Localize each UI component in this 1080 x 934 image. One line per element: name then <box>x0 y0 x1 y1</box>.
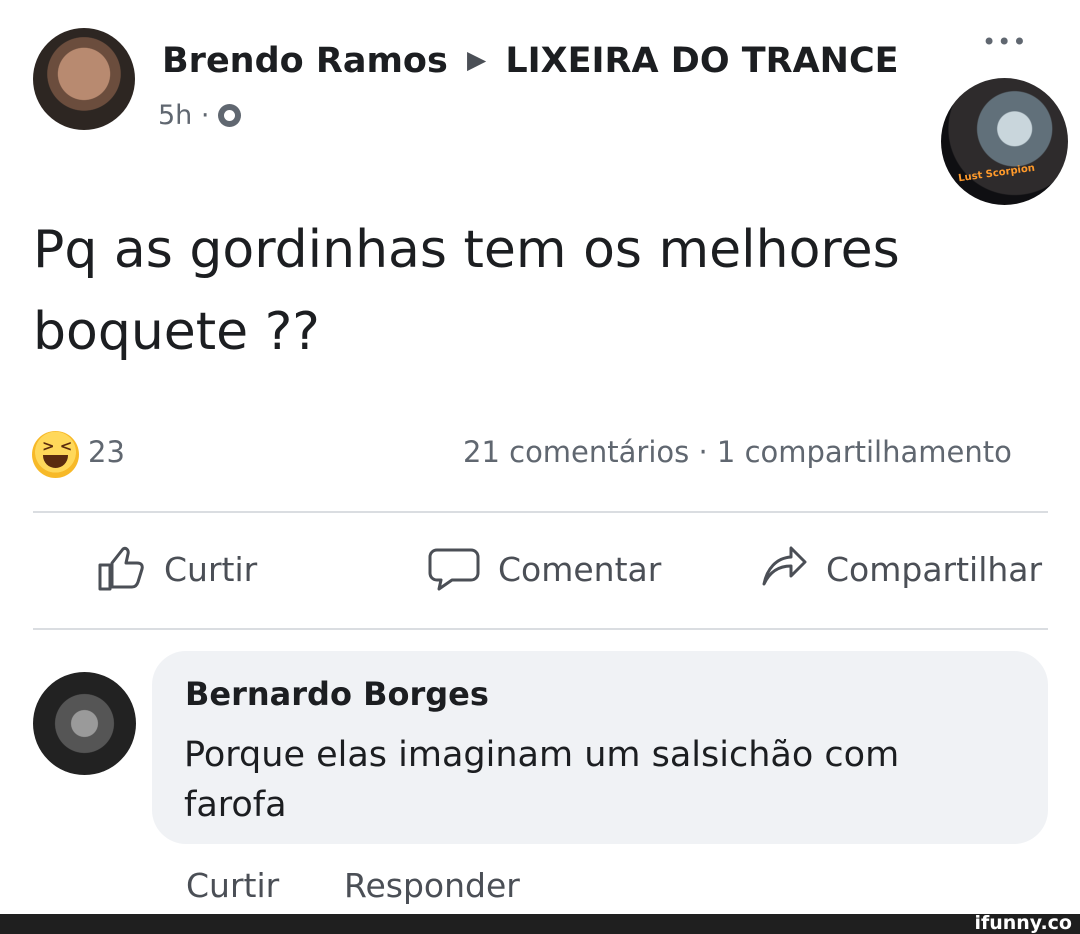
poster-name[interactable]: Brendo Ramos <box>162 41 448 81</box>
like-button[interactable]: Curtir <box>96 540 257 598</box>
post-header: Brendo Ramos ▶ LIXEIRA DO TRANCE <box>162 39 899 86</box>
thumbs-up-icon <box>98 546 144 591</box>
public-globe-icon <box>218 104 242 127</box>
post-meta: 5h · <box>158 100 242 131</box>
share-button[interactable]: Compartilhar <box>760 540 1042 598</box>
comment-button[interactable]: Comentar <box>428 540 661 598</box>
speech-bubble-icon <box>428 548 480 591</box>
comment-reply-button[interactable]: Responder <box>344 866 520 905</box>
share-label: Compartilhar <box>826 549 1043 589</box>
post-time[interactable]: 5h <box>158 100 192 131</box>
group-name[interactable]: LIXEIRA DO TRANCE <box>505 41 898 81</box>
post-text: Pq as gordinhas tem os melhores boquete … <box>33 220 900 362</box>
reaction-count[interactable]: 23 <box>88 435 125 469</box>
comment-author[interactable]: Bernardo Borges <box>185 675 489 713</box>
poster-avatar[interactable] <box>33 28 135 130</box>
bottom-divider <box>33 628 1048 630</box>
group-arrow-icon: ▶ <box>466 45 487 74</box>
group-avatar-text: Lust Scorpion <box>957 162 1036 185</box>
top-divider <box>33 511 1048 513</box>
ifunny-watermark: ifunny.co <box>974 912 1072 934</box>
footer-bar <box>0 914 1080 934</box>
post-stats[interactable]: 21 comentários · 1 compartilhamento <box>463 435 1012 469</box>
comment-label: Comentar <box>498 549 662 589</box>
haha-reaction-icon[interactable] <box>32 431 79 478</box>
commenter-avatar[interactable] <box>33 672 136 775</box>
more-options-icon[interactable]: ••• <box>982 28 1027 56</box>
comment-text: Porque elas imaginam um salsichão com fa… <box>184 735 900 825</box>
meta-separator: · <box>200 100 210 131</box>
group-avatar[interactable]: Lust Scorpion <box>941 78 1068 205</box>
like-label: Curtir <box>164 549 258 589</box>
share-arrow-icon <box>762 546 807 586</box>
comment-like-button[interactable]: Curtir <box>186 866 279 905</box>
